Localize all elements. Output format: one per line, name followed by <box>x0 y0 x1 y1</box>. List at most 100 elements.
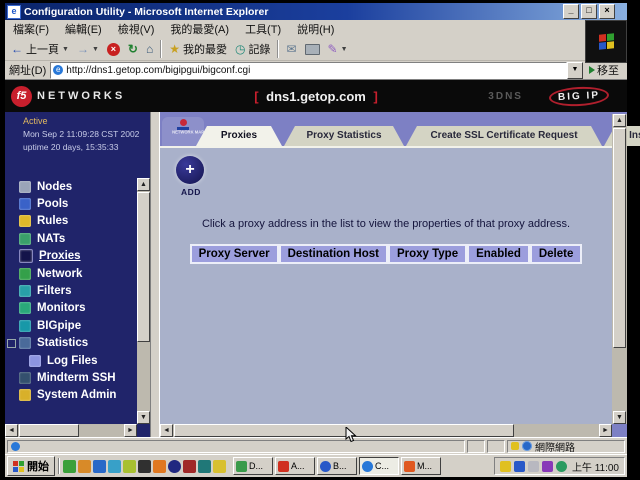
start-button[interactable]: 開始 <box>7 456 55 476</box>
scrollbar-thumb[interactable] <box>137 192 150 342</box>
sidebar-item-mindterm-ssh[interactable]: Mindterm SSH <box>5 369 137 386</box>
main-vertical-scrollbar[interactable]: ▲ ▼ <box>612 114 627 424</box>
sidebar-item-monitors[interactable]: Monitors <box>5 300 137 317</box>
add-proxy-button[interactable]: + <box>176 156 204 184</box>
menu-help[interactable]: 說明(H) <box>289 21 342 37</box>
refresh-button[interactable]: ↻ <box>124 41 142 57</box>
sidebar-item-rules[interactable]: Rules <box>5 213 137 230</box>
menu-tools[interactable]: 工具(T) <box>237 21 289 37</box>
taskbar-clock[interactable]: 上午 11:00 <box>572 459 619 474</box>
scrollbar-thumb[interactable] <box>613 128 626 348</box>
mail-button[interactable]: ✉ <box>282 41 300 57</box>
tray-icon[interactable] <box>542 461 553 472</box>
sidebar-item-network[interactable]: Network <box>5 265 137 282</box>
sidebar-item-nats[interactable]: NATs <box>5 230 137 247</box>
menu-file[interactable]: 檔案(F) <box>5 21 57 37</box>
instruction-text: Click a proxy address in the list to vie… <box>160 218 612 230</box>
sidebar-item-bigpipe[interactable]: BIGpipe <box>5 317 137 334</box>
menu-edit[interactable]: 編輯(E) <box>57 21 110 37</box>
tab-proxy-statistics[interactable]: Proxy Statistics <box>284 126 404 146</box>
scroll-down-icon[interactable]: ▼ <box>613 411 626 424</box>
scroll-right-icon[interactable]: ► <box>599 424 612 437</box>
task-button-5[interactable]: M... <box>401 457 441 475</box>
task-button-3[interactable]: B... <box>317 457 357 475</box>
tab-proxies[interactable]: Proxies <box>196 126 282 146</box>
quicklaunch-icon-11[interactable] <box>213 460 226 473</box>
history-button[interactable]: ◷ 記錄 <box>231 40 274 58</box>
sidebar-item-log-files[interactable]: Log Files <box>5 352 137 369</box>
scroll-up-icon[interactable]: ▲ <box>613 114 626 127</box>
rules-icon <box>19 215 31 227</box>
add-button-label: ADD <box>181 187 201 197</box>
sidebar-item-nodes[interactable]: Nodes <box>5 178 137 195</box>
status-panel-small <box>467 440 485 453</box>
volume-icon[interactable] <box>500 461 511 472</box>
tray-icon[interactable] <box>528 461 539 472</box>
scroll-right-icon[interactable]: ► <box>124 424 137 437</box>
quicklaunch-icon-10[interactable] <box>198 460 211 473</box>
task-button-2[interactable]: A... <box>275 457 315 475</box>
quicklaunch-icon-9[interactable] <box>183 460 196 473</box>
sidebar-item-statistics[interactable]: Statistics <box>5 335 137 352</box>
quicklaunch-icon-7[interactable] <box>153 460 166 473</box>
sidebar-vertical-scrollbar[interactable]: ▲ ▼ <box>137 178 150 424</box>
tree-expand-icon[interactable] <box>7 339 16 348</box>
sidebar-item-pools[interactable]: Pools <box>5 195 137 212</box>
ie-document-icon: e <box>7 5 21 19</box>
frame-divider[interactable] <box>150 112 160 437</box>
log-files-icon <box>29 355 41 367</box>
mail-icon: ✉ <box>286 42 296 56</box>
back-dropdown-icon: ▼ <box>62 46 69 53</box>
back-button[interactable]: ← 上一頁 ▼ <box>7 40 73 58</box>
scroll-left-icon[interactable]: ◄ <box>5 424 18 437</box>
quicklaunch-icon-3[interactable] <box>93 460 106 473</box>
app-icon <box>236 461 247 472</box>
scrollbar-thumb[interactable] <box>174 424 514 437</box>
quicklaunch-icon-8[interactable] <box>168 460 181 473</box>
minimize-button[interactable]: _ <box>563 4 579 19</box>
menu-favorites[interactable]: 我的最愛(A) <box>162 21 237 37</box>
tab-create-ssl-certificate-request[interactable]: Create SSL Certificate Request <box>406 126 602 146</box>
windows-flag-icon <box>13 461 24 472</box>
edit-button[interactable]: ✎ ▼ <box>324 41 352 57</box>
input-method-icon[interactable] <box>514 461 525 472</box>
task-button-4-active[interactable]: C... <box>359 457 399 475</box>
system-uptime: uptime 20 days, 15:35:33 <box>23 141 150 154</box>
forward-button[interactable]: → ▼ <box>73 41 103 57</box>
task-button-1[interactable]: D... <box>233 457 273 475</box>
favorites-button[interactable]: ★ 我的最愛 <box>165 40 231 58</box>
menu-view[interactable]: 檢視(V) <box>110 21 163 37</box>
home-button[interactable]: ⌂ <box>142 41 157 57</box>
stop-button[interactable]: × <box>103 42 124 57</box>
quicklaunch-icon-4[interactable] <box>108 460 121 473</box>
sidebar-item-filters[interactable]: Filters <box>5 282 137 299</box>
app-icon <box>320 461 331 472</box>
quicklaunch-icon-1[interactable] <box>63 460 76 473</box>
quicklaunch-icon-6[interactable] <box>138 460 151 473</box>
maximize-button[interactable]: □ <box>581 4 597 19</box>
main-horizontal-scrollbar[interactable]: ◄ ► <box>160 424 612 437</box>
sidebar-horizontal-scrollbar[interactable]: ◄ ► <box>5 424 137 437</box>
print-button[interactable] <box>301 43 324 56</box>
scroll-left-icon[interactable]: ◄ <box>160 424 173 437</box>
scroll-up-icon[interactable]: ▲ <box>137 178 150 191</box>
favorites-label: 我的最愛 <box>183 41 227 57</box>
link-3dns[interactable]: 3DNS <box>488 91 523 102</box>
close-button[interactable]: × <box>599 4 615 19</box>
sidebar-item-proxies[interactable]: Proxies <box>5 248 137 265</box>
column-destination-host: Destination Host <box>279 244 388 264</box>
tab-network-map[interactable]: NETWORK MAP <box>162 117 204 146</box>
tray-icon[interactable] <box>556 461 567 472</box>
quicklaunch-icon-5[interactable] <box>123 460 136 473</box>
scroll-down-icon[interactable]: ▼ <box>137 411 150 424</box>
stop-icon: × <box>107 43 120 56</box>
sidebar-item-system-admin[interactable]: System Admin <box>5 387 137 404</box>
link-bigip[interactable]: BIG IP <box>549 85 610 107</box>
network-icon <box>19 268 31 280</box>
go-button[interactable]: 移至 <box>583 62 625 78</box>
system-datetime: Mon Sep 2 11:09:28 CST 2002 <box>23 128 150 141</box>
scrollbar-thumb[interactable] <box>19 424 79 437</box>
address-input[interactable]: e http://dns1.getop.com/bigipgui/bigconf… <box>50 62 567 79</box>
quicklaunch-icon-2[interactable] <box>78 460 91 473</box>
address-dropdown-button[interactable]: ▼ <box>567 62 583 79</box>
